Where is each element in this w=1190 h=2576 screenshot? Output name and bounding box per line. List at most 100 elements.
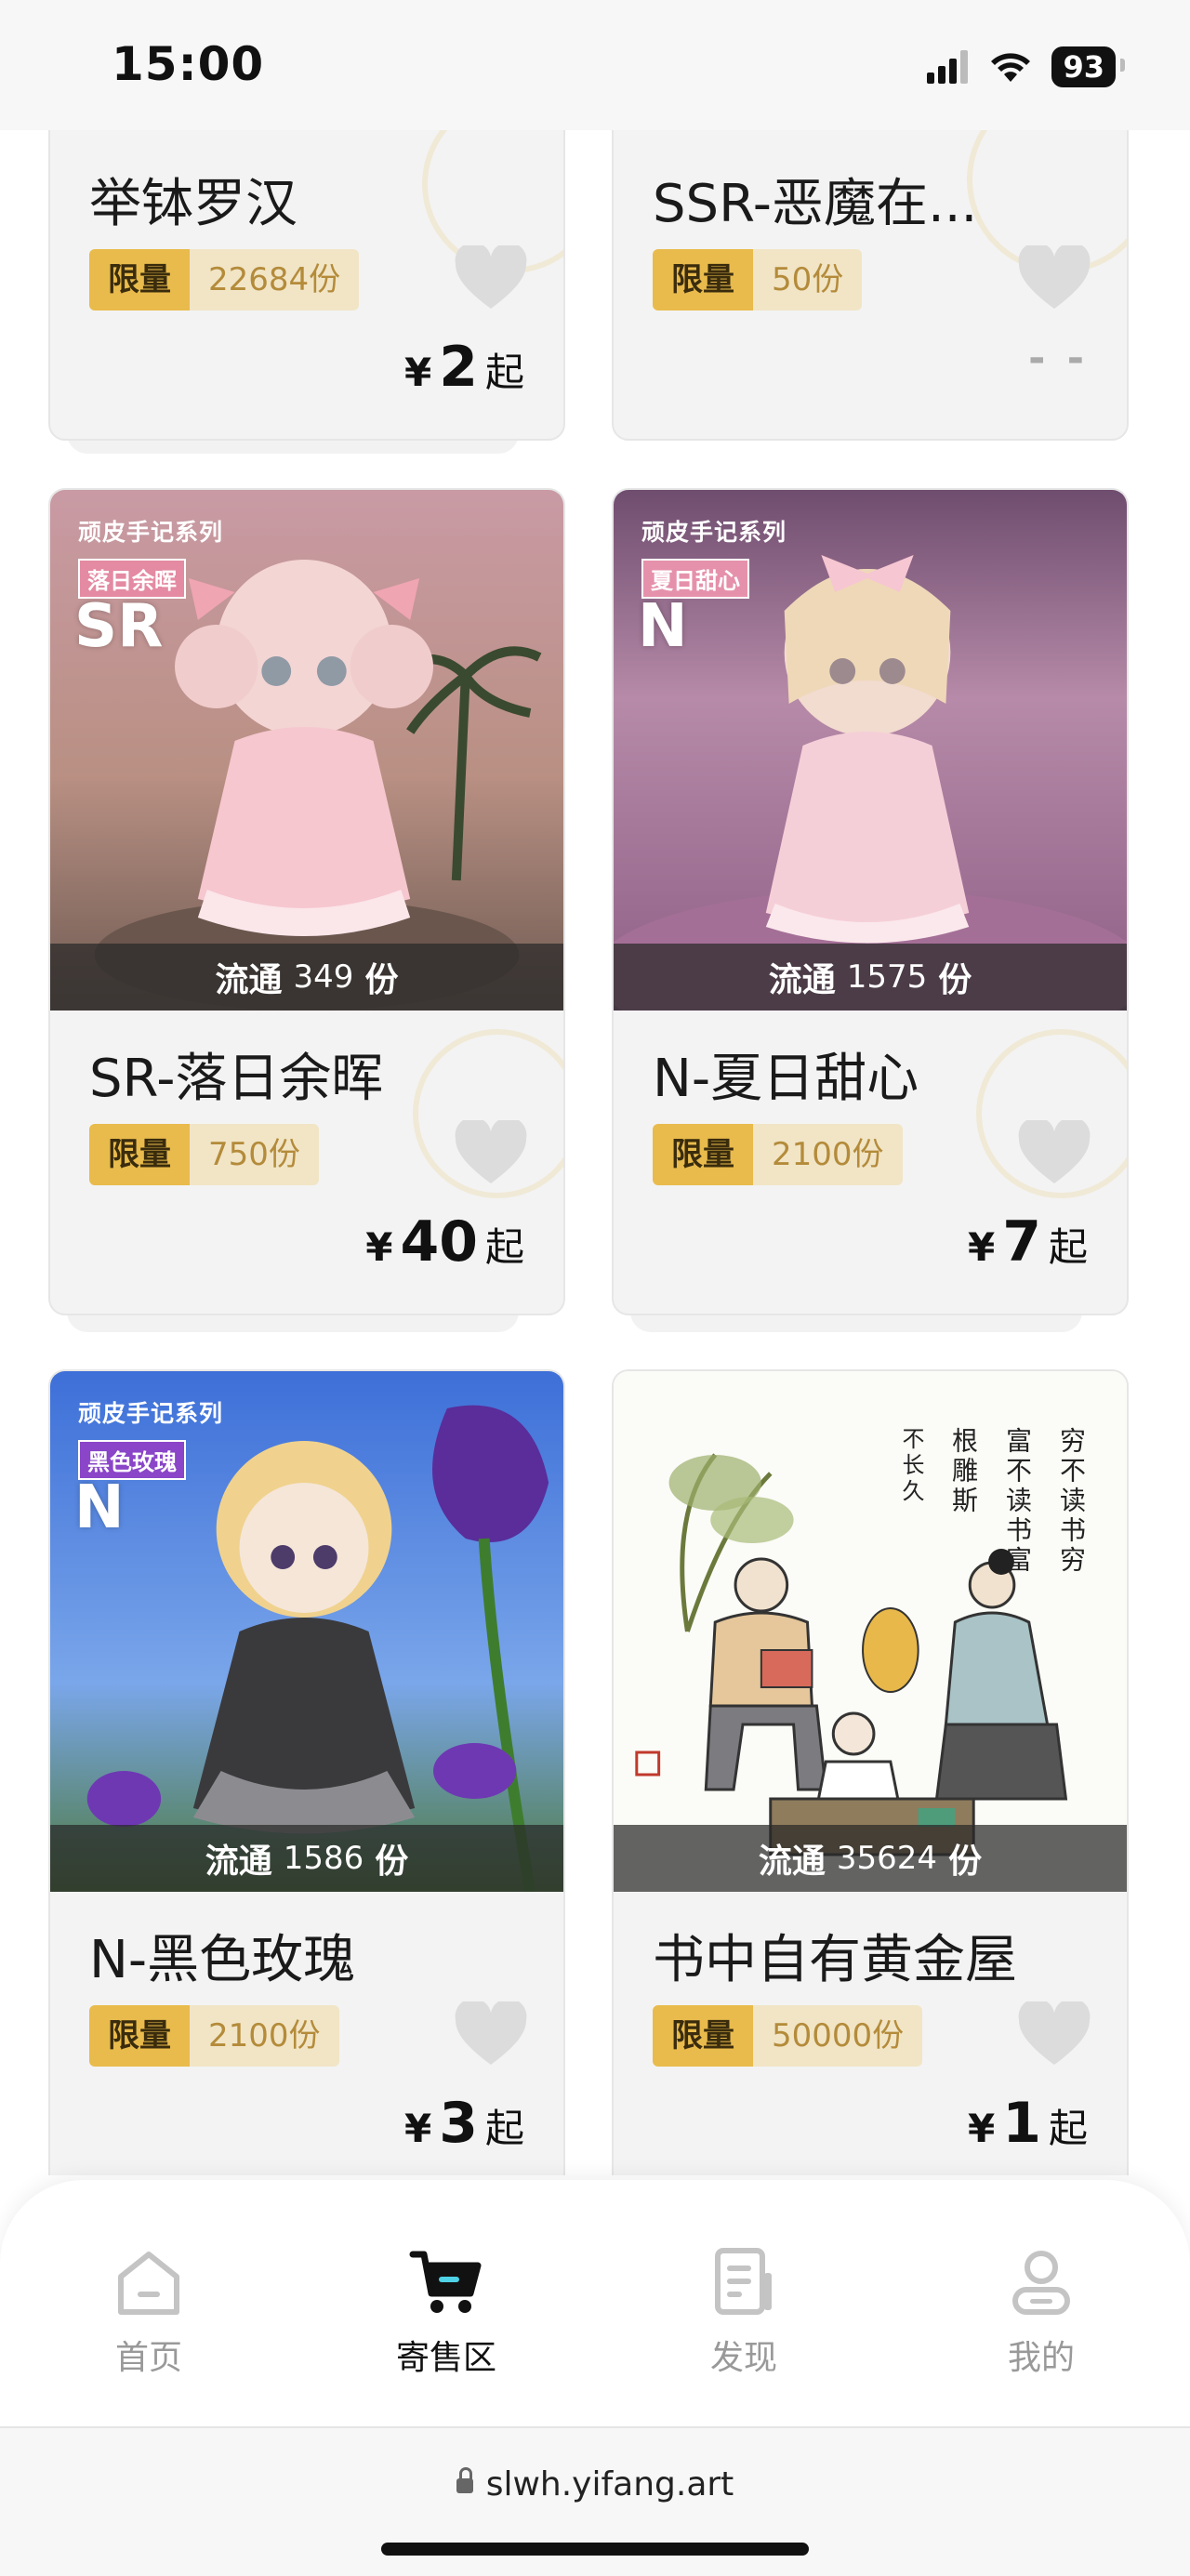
nav-label: 寄售区	[395, 2339, 496, 2377]
limit-quantity: 2100份	[753, 1124, 903, 1185]
favorite-heart-icon[interactable]	[1017, 2001, 1091, 2067]
document-icon	[715, 2248, 772, 2315]
limit-badge: 限量 2100份	[653, 1124, 903, 1185]
calligraphy-column: 根雕斯	[948, 1427, 979, 1516]
limit-quantity: 2100份	[190, 2005, 339, 2067]
currency-symbol: ¥	[404, 2106, 432, 2151]
circulation-unit: 份	[364, 961, 399, 999]
product-image: 顽皮手记系列 夏日甜心 N 流通 1575 份	[614, 490, 1127, 1011]
home-indicator[interactable]	[381, 2543, 809, 2556]
url-text: slwh.yifang.art	[485, 2465, 734, 2503]
series-label: 顽皮手记系列	[641, 519, 787, 546]
product-name: N-夏日甜心	[653, 1049, 919, 1109]
status-indicators: 93	[927, 45, 1125, 89]
circulation-label: 流通	[215, 961, 283, 999]
price-value: 7	[1002, 1209, 1041, 1275]
price-value: 2	[439, 335, 478, 400]
product-name: N-黑色玫瑰	[89, 1930, 356, 1990]
product-name: 书中自有黄金屋	[653, 1930, 1017, 1990]
product-card[interactable]: SSR-恶魔在... 限量 50份 - -	[612, 130, 1129, 441]
circulation-count: 1575	[846, 958, 928, 996]
calligraphy-column: 穷不读书穷	[1056, 1427, 1087, 1576]
circulation-label: 流通	[205, 1843, 272, 1881]
limit-quantity: 50000份	[753, 2005, 923, 2067]
limit-tag: 限量	[653, 1124, 753, 1185]
currency-symbol: ¥	[968, 2106, 996, 2151]
product-name: SR-落日余晖	[89, 1049, 384, 1109]
favorite-heart-icon[interactable]	[1017, 245, 1091, 310]
nav-item-consignment[interactable]: 寄售区	[353, 2245, 539, 2379]
price: ¥ 1 起	[968, 2091, 1088, 2156]
limit-tag: 限量	[89, 2005, 190, 2067]
status-time: 15:00	[112, 37, 265, 91]
price-placeholder: - -	[1028, 335, 1088, 382]
calligraphy-column: 不长久	[898, 1427, 924, 1505]
circulation-count: 349	[293, 958, 354, 996]
limit-quantity: 750份	[190, 1124, 319, 1185]
product-card[interactable]: 顽皮手记系列 黑色玫瑰 N 流通 1586 份 N-黑色玫瑰 限量 2100份 …	[48, 1369, 565, 2175]
nav-item-discover[interactable]: 发现	[651, 2245, 837, 2379]
address-field[interactable]: slwh.yifang.art	[0, 2465, 1190, 2503]
price: - -	[1028, 335, 1088, 382]
circulation-unit: 份	[948, 1843, 983, 1881]
price-suffix: 起	[1048, 1224, 1088, 1270]
limit-quantity: 50份	[753, 249, 863, 310]
price: ¥ 2 起	[404, 335, 524, 400]
product-card[interactable]: 顽皮手记系列 夏日甜心 N 流通 1575 份 N-夏日甜心 限量 2100份 …	[612, 488, 1129, 1315]
price-suffix: 起	[1048, 2106, 1088, 2151]
nav-label: 首页	[114, 2339, 182, 2377]
currency-symbol: ¥	[404, 350, 432, 395]
circulation-bar: 流通 349 份	[50, 944, 563, 1011]
price: ¥ 3 起	[404, 2091, 524, 2156]
price-value: 40	[400, 1209, 478, 1275]
consignment-feed[interactable]: 举钵罗汉 限量 22684份 ¥ 2 起 SSR-恶魔在... 限量 50份 -…	[0, 130, 1190, 2175]
price-suffix: 起	[484, 350, 524, 395]
limit-tag: 限量	[653, 249, 753, 310]
battery-indicator: 93	[1051, 46, 1125, 87]
home-icon	[118, 2252, 179, 2315]
currency-symbol: ¥	[365, 1224, 393, 1270]
price-suffix: 起	[484, 1224, 524, 1270]
circulation-label: 流通	[758, 1843, 826, 1881]
product-image: 穷不读书穷 富不读书富 根雕斯 不长久 流通 35624 份	[614, 1371, 1127, 1892]
user-icon	[1012, 2251, 1070, 2315]
favorite-heart-icon[interactable]	[454, 2001, 528, 2067]
limit-tag: 限量	[89, 249, 190, 310]
calligraphy-inscription: 穷不读书穷 富不读书富 根雕斯 不长久	[614, 1427, 1090, 1576]
series-label: 顽皮手记系列	[78, 1400, 224, 1427]
nav-label: 我的	[1007, 2339, 1075, 2377]
product-name: SSR-恶魔在...	[653, 174, 978, 234]
product-card[interactable]: 顽皮手记系列 落日余晖 SR 流通 349 份 SR-落日余晖 限量 750份 …	[48, 488, 565, 1315]
rarity-label: N	[638, 592, 688, 661]
nav-item-profile[interactable]: 我的	[948, 2245, 1134, 2379]
circulation-label: 流通	[768, 961, 836, 999]
favorite-heart-icon[interactable]	[454, 245, 528, 310]
favorite-heart-icon[interactable]	[1017, 1120, 1091, 1185]
product-card[interactable]: 举钵罗汉 限量 22684份 ¥ 2 起	[48, 130, 565, 441]
limit-badge: 限量 22684份	[89, 249, 360, 310]
status-bar: 15:00 93	[0, 0, 1190, 130]
cart-icon	[409, 2251, 482, 2313]
limit-badge: 限量 50份	[653, 249, 863, 310]
limit-badge: 限量 50000份	[653, 2005, 923, 2067]
limit-badge: 限量 750份	[89, 1124, 319, 1185]
favorite-heart-icon[interactable]	[454, 1120, 528, 1185]
circulation-bar: 流通 1575 份	[614, 944, 1127, 1011]
bottom-navigation: 首页 寄售区 发现 我的	[0, 2180, 1190, 2426]
nav-label: 发现	[709, 2339, 777, 2377]
nav-item-home[interactable]: 首页	[56, 2245, 242, 2379]
limit-tag: 限量	[89, 1124, 190, 1185]
price-value: 1	[1002, 2091, 1041, 2156]
price-suffix: 起	[484, 2106, 524, 2151]
circulation-count: 1586	[283, 1840, 364, 1877]
wifi-icon	[991, 53, 1031, 82]
circulation-unit: 份	[938, 961, 972, 999]
price: ¥ 40 起	[365, 1209, 524, 1275]
limit-badge: 限量 2100份	[89, 2005, 339, 2067]
product-name: 举钵罗汉	[89, 174, 298, 234]
product-card[interactable]: 穷不读书穷 富不读书富 根雕斯 不长久 流通 35624 份 书中自有黄金屋 限…	[612, 1369, 1129, 2175]
limit-tag: 限量	[653, 2005, 753, 2067]
price: ¥ 7 起	[968, 1209, 1088, 1275]
series-label: 顽皮手记系列	[78, 519, 224, 546]
currency-symbol: ¥	[968, 1224, 996, 1270]
